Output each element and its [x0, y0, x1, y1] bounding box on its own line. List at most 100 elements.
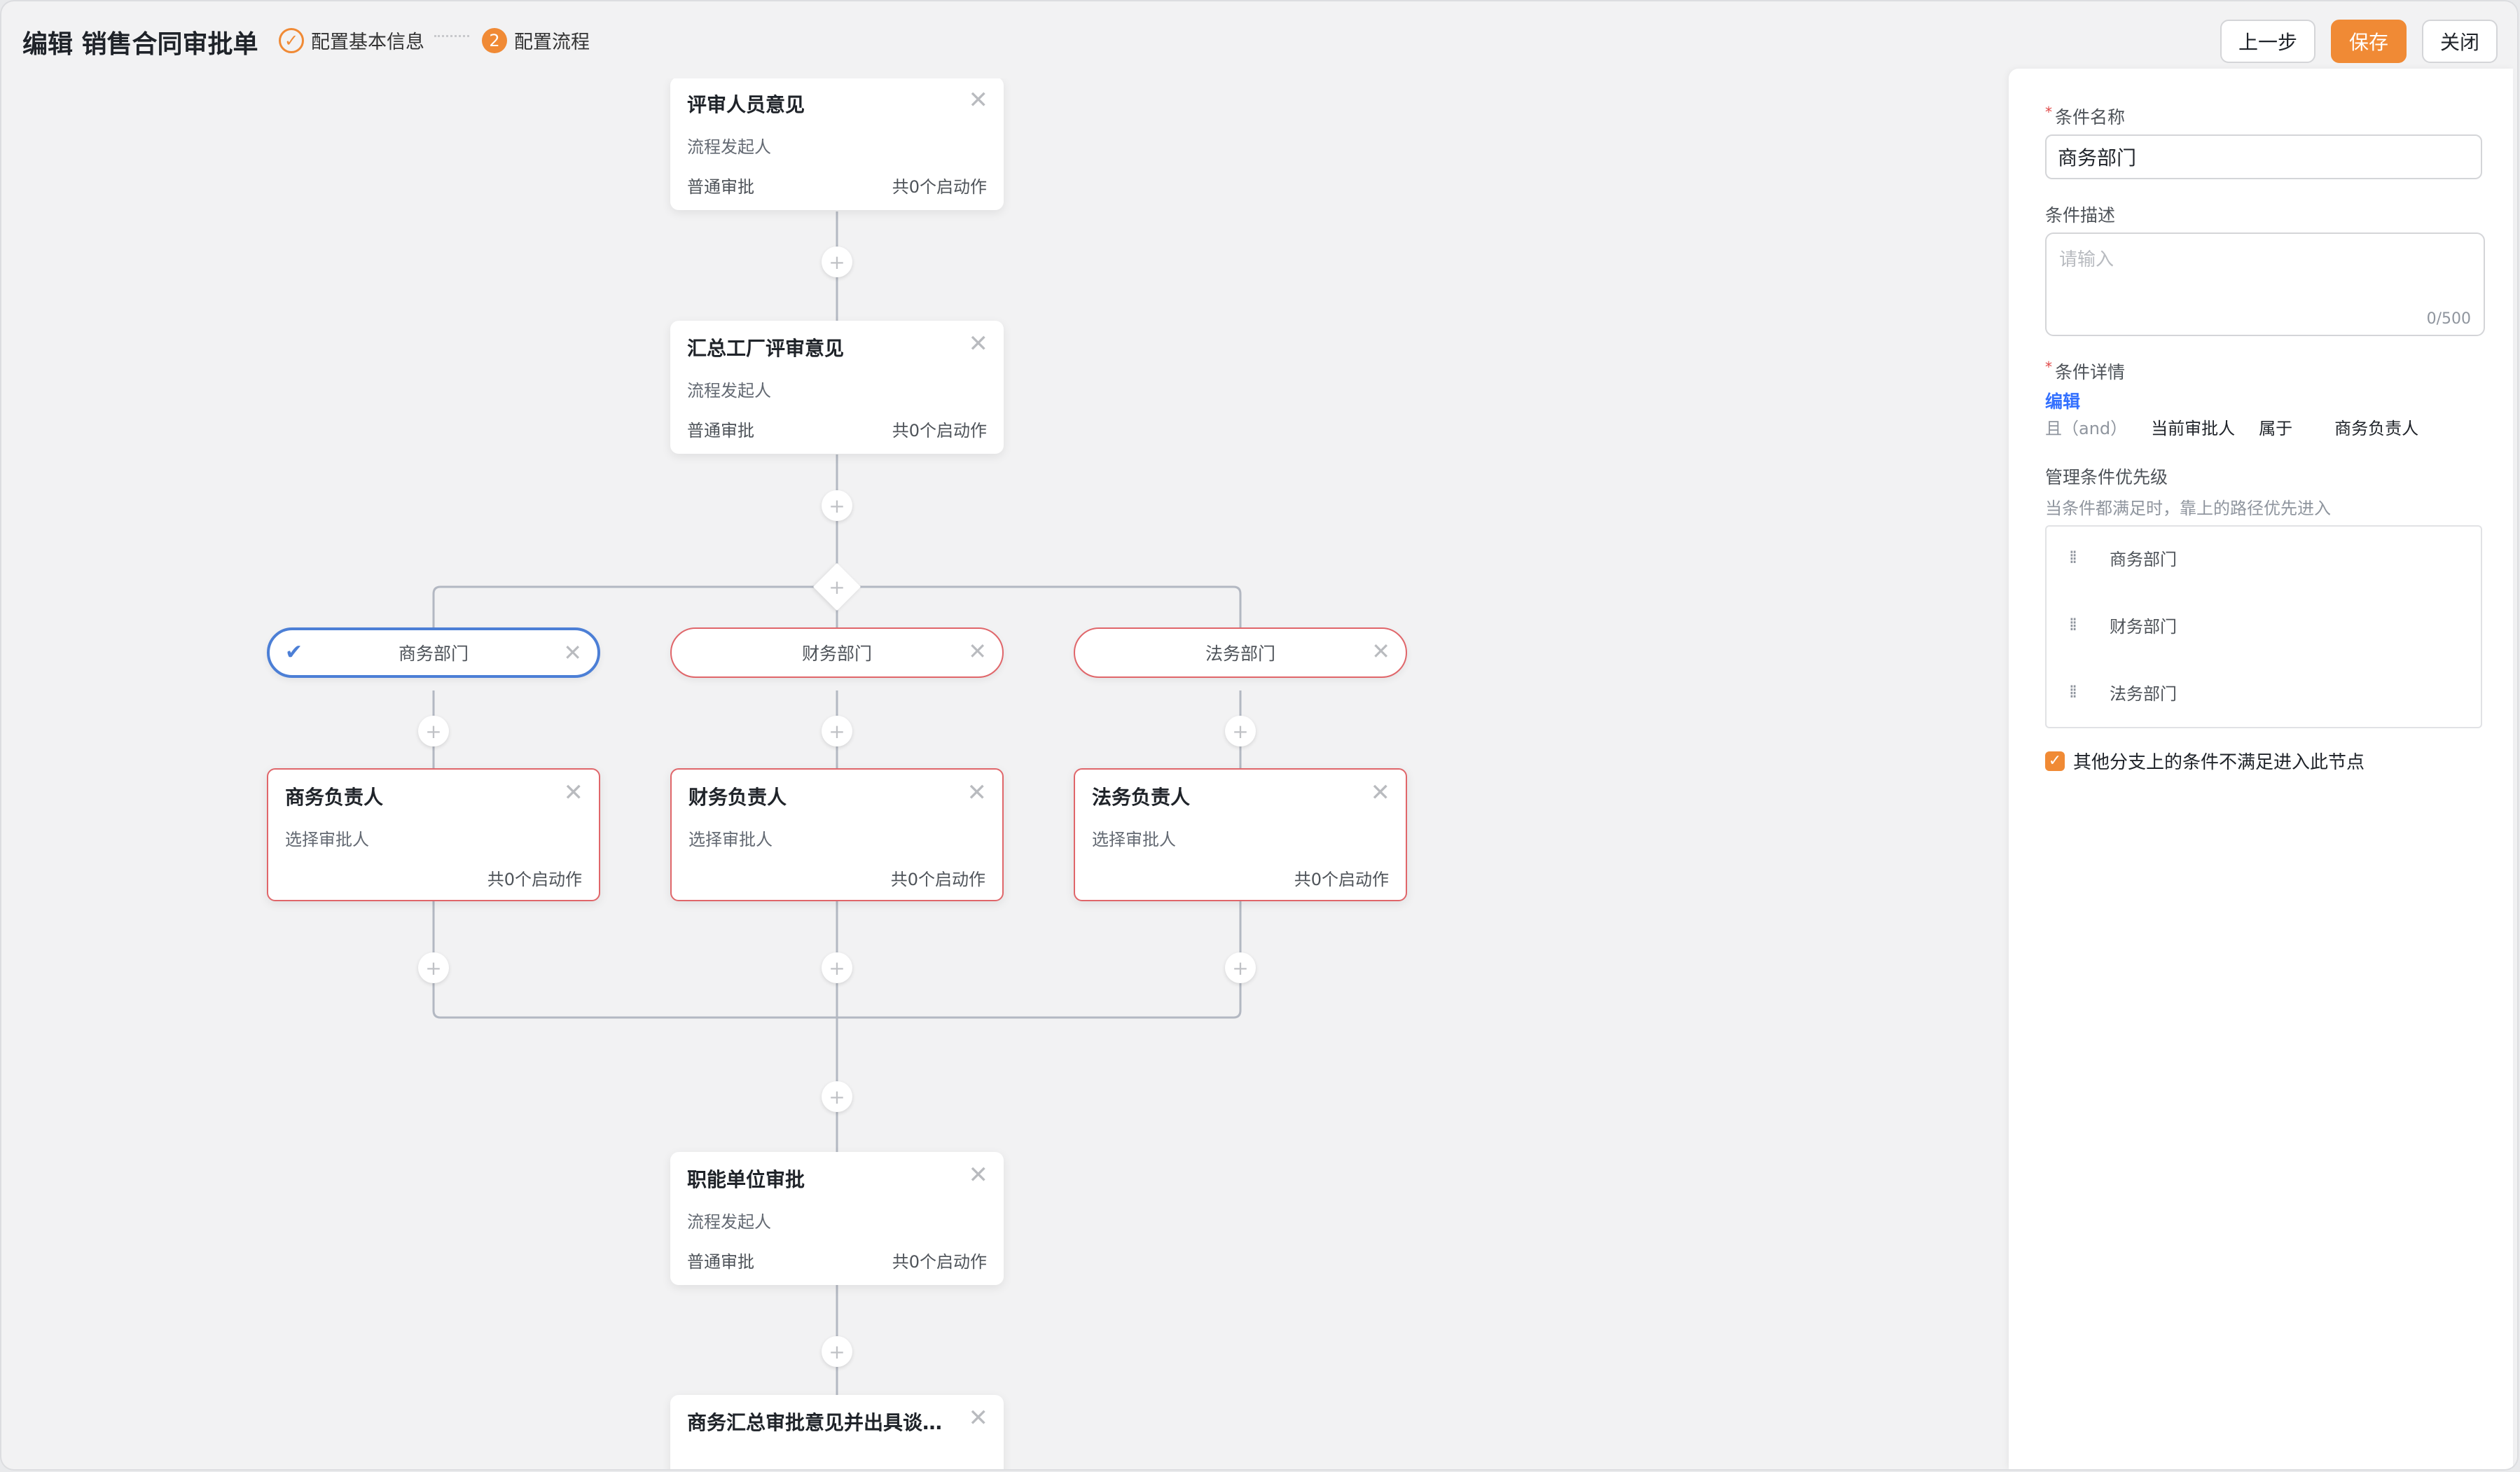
node-title: 商务汇总审批意见并出具谈判...	[687, 1411, 960, 1434]
close-icon[interactable]: ✕	[969, 332, 989, 356]
page-title: 编辑 销售合同审批单	[22, 30, 258, 59]
condition-label: 法务部门	[1205, 644, 1275, 664]
priority-item-label: 财务部门	[2110, 616, 2177, 637]
priority-item-label: 商务部门	[2110, 549, 2177, 569]
add-node-button[interactable]: +	[1225, 952, 1256, 983]
close-button[interactable]: 关闭	[2422, 20, 2498, 63]
approval-node-reviewer[interactable]: 评审人员意见 ✕ 流程发起人 普通审批 共0个启动作	[670, 78, 1004, 210]
node-title: 法务负责人	[1092, 786, 1191, 809]
condition-name-label: * 条件名称	[2045, 104, 2126, 127]
node-footer: 共0个启动作	[688, 866, 985, 890]
node-footer: 普通审批 共0个启动作	[687, 417, 987, 441]
node-footer: 共0个启动作	[1092, 866, 1389, 890]
step-label: 配置基本信息	[311, 32, 424, 53]
close-icon[interactable]: ✕	[564, 781, 584, 805]
node-approver: 选择审批人	[285, 830, 369, 849]
node-approver: 选择审批人	[1092, 830, 1176, 849]
step-basic-info[interactable]: ✓ 配置基本信息	[279, 27, 424, 54]
priority-item[interactable]: ⁞⁞ 财务部门	[2047, 604, 2481, 646]
condition-business[interactable]: ✔ 商务部门 ✕	[267, 627, 600, 678]
approval-node-functional[interactable]: 职能单位审批 ✕ 流程发起人 普通审批 共0个启动作	[670, 1152, 1004, 1285]
rule-operator: 且（and）	[2045, 419, 2128, 438]
approval-node-factory[interactable]: 汇总工厂评审意见 ✕ 流程发起人 普通审批 共0个启动作	[670, 321, 1004, 454]
close-icon[interactable]: ✕	[1371, 640, 1390, 662]
node-actions: 共0个启动作	[890, 870, 985, 889]
checkbox-checked-icon[interactable]: ✓	[2045, 751, 2065, 771]
add-node-button[interactable]: +	[822, 247, 852, 277]
add-node-button[interactable]: +	[418, 716, 449, 747]
char-count: 0/500	[2426, 310, 2471, 328]
node-actions: 共0个启动作	[892, 1252, 987, 1272]
close-icon[interactable]: ✕	[968, 640, 987, 662]
drag-handle-icon[interactable]: ⁞⁞	[2065, 548, 2079, 567]
priority-item-label: 法务部门	[2110, 683, 2177, 704]
node-actions: 共0个启动作	[892, 177, 987, 197]
close-icon[interactable]: ✕	[969, 1163, 989, 1187]
condition-rule: 且（and） 当前审批人 属于 商务负责人	[2045, 415, 2442, 439]
node-footer: 普通审批 共0个启动作	[687, 1248, 987, 1272]
check-icon: ✓	[279, 27, 304, 53]
priority-label: 管理条件优先级	[2045, 467, 2168, 487]
approval-node-business-summary[interactable]: 商务汇总审批意见并出具谈判... ✕	[670, 1395, 1004, 1469]
fallback-checkbox[interactable]: ✓ 其他分支上的条件不满足进入此节点	[2045, 748, 2365, 774]
node-title: 评审人员意见	[687, 93, 805, 116]
condition-desc-textarea[interactable]: 请输入 0/500	[2045, 232, 2485, 336]
node-title: 职能单位审批	[687, 1168, 805, 1191]
priority-item[interactable]: ⁞⁞ 商务部门	[2047, 536, 2481, 578]
node-type: 普通审批	[687, 177, 754, 197]
drag-handle-icon[interactable]: ⁞⁞	[2065, 683, 2079, 701]
priority-item[interactable]: ⁞⁞ 法务部门	[2047, 671, 2481, 713]
save-button[interactable]: 保存	[2331, 20, 2407, 63]
node-type: 普通审批	[687, 1252, 754, 1272]
fallback-label: 其他分支上的条件不满足进入此节点	[2073, 752, 2365, 773]
close-icon[interactable]: ✕	[563, 641, 582, 664]
condition-label: 财务部门	[801, 644, 872, 664]
rule-field: 当前审批人	[2151, 419, 2236, 438]
close-icon[interactable]: ✕	[967, 781, 988, 805]
rule-value: 商务负责人	[2334, 419, 2419, 438]
node-type: 普通审批	[687, 421, 754, 440]
condition-name-input[interactable]: 商务部门	[2045, 134, 2482, 179]
app-window: 编辑 销售合同审批单 ✓ 配置基本信息 2 配置流程 上一步 保存 关闭 评审人…	[1, 1, 2517, 1469]
condition-desc-label: 条件描述	[2045, 205, 2116, 225]
add-node-button[interactable]: +	[822, 716, 852, 747]
node-approver: 流程发起人	[687, 137, 771, 157]
drag-handle-icon[interactable]: ⁞⁞	[2065, 616, 2079, 634]
desc-placeholder: 请输入	[2059, 249, 2114, 270]
node-footer: 共0个启动作	[285, 866, 582, 890]
add-node-button[interactable]: +	[418, 952, 449, 983]
close-icon[interactable]: ✕	[1371, 781, 1391, 805]
condition-detail-label: * 条件详情	[2045, 359, 2126, 382]
approval-node-business-lead[interactable]: 商务负责人 ✕ 选择审批人 共0个启动作	[267, 768, 600, 901]
add-node-button[interactable]: +	[822, 1081, 852, 1112]
condition-finance[interactable]: 财务部门 ✕	[670, 627, 1004, 678]
step-number: 2	[482, 27, 507, 53]
step-configure-flow[interactable]: 2 配置流程	[482, 27, 590, 54]
flow-canvas[interactable]: 评审人员意见 ✕ 流程发起人 普通审批 共0个启动作 + 汇总工厂评审意见 ✕ …	[1, 78, 2006, 1469]
add-node-button[interactable]: +	[1225, 716, 1256, 747]
condition-settings-panel: * 条件名称 商务部门 条件描述 请输入 0/500 * 条件详情 编辑 且（and…	[2009, 69, 2513, 1469]
plus-icon[interactable]: +	[820, 570, 854, 604]
approval-node-legal-lead[interactable]: 法务负责人 ✕ 选择审批人 共0个启动作	[1074, 768, 1407, 901]
add-node-button[interactable]: +	[822, 1336, 852, 1367]
priority-hint: 当条件都满足时，靠上的路径优先进入	[2045, 499, 2331, 518]
node-actions: 共0个启动作	[892, 421, 987, 440]
approval-node-finance-lead[interactable]: 财务负责人 ✕ 选择审批人 共0个启动作	[670, 768, 1004, 901]
node-footer: 普通审批 共0个启动作	[687, 173, 987, 197]
edit-condition-link[interactable]: 编辑	[2045, 388, 2080, 413]
close-icon[interactable]: ✕	[969, 1406, 989, 1430]
rule-relation: 属于	[2259, 419, 2293, 438]
priority-list: ⁞⁞ 商务部门 ⁞⁞ 财务部门 ⁞⁞ 法务部门	[2045, 525, 2482, 728]
header: 编辑 销售合同审批单 ✓ 配置基本信息 2 配置流程 上一步 保存 关闭	[1, 1, 2517, 78]
check-icon: ✔	[285, 640, 303, 665]
add-node-button[interactable]: +	[822, 490, 852, 521]
node-title: 财务负责人	[688, 786, 787, 809]
node-title: 商务负责人	[285, 786, 384, 809]
node-actions: 共0个启动作	[487, 870, 582, 889]
condition-legal[interactable]: 法务部门 ✕	[1074, 627, 1407, 678]
add-node-button[interactable]: +	[822, 952, 852, 983]
node-approver: 选择审批人	[688, 830, 773, 849]
close-icon[interactable]: ✕	[969, 88, 989, 112]
node-approver: 流程发起人	[687, 381, 771, 401]
prev-step-button[interactable]: 上一步	[2220, 20, 2315, 63]
